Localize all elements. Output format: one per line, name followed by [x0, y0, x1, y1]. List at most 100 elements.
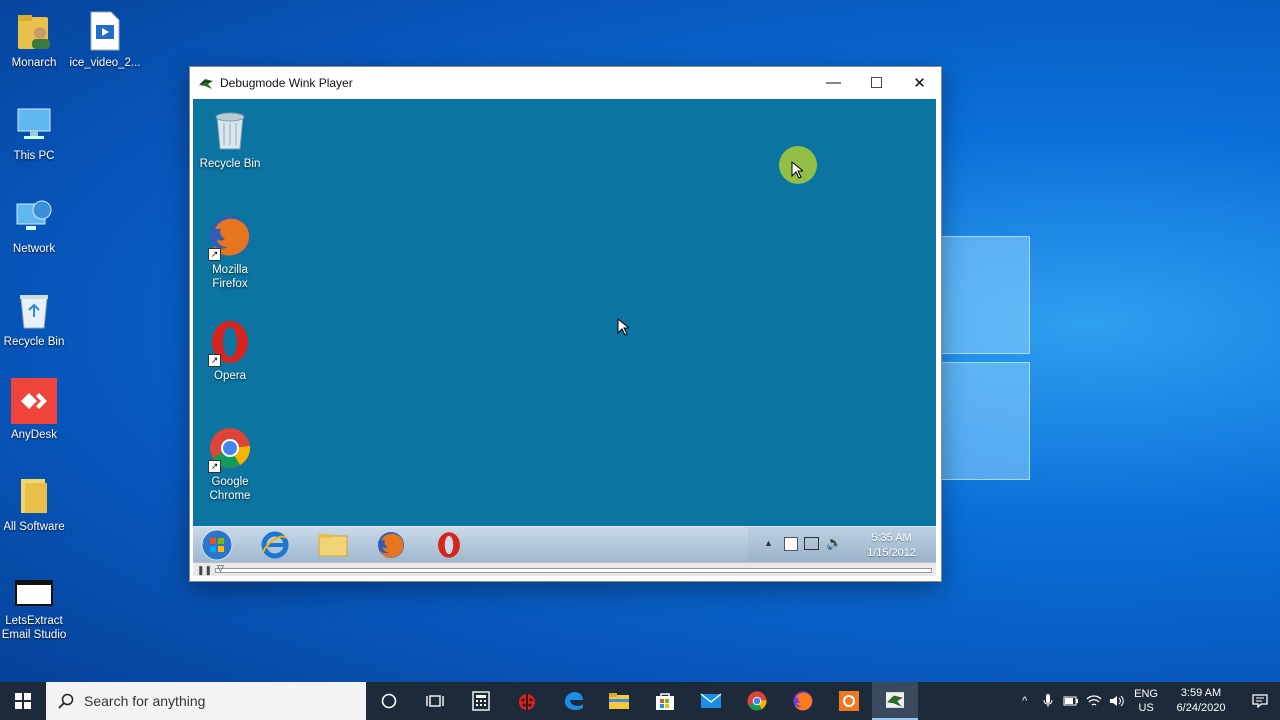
calculator-icon [472, 691, 490, 711]
taskbar-orange-app[interactable] [826, 682, 872, 720]
letsextract-icon [13, 576, 55, 610]
store-icon [656, 693, 674, 710]
inner-ie-icon [257, 529, 293, 561]
language-indicator[interactable]: ENG US [1134, 687, 1158, 715]
desktop-icon-letsextract[interactable]: LetsExtract Email Studio [0, 576, 71, 642]
desktop-icon-anydesk[interactable]: AnyDesk [0, 378, 71, 442]
desktop-icon-recycle-bin[interactable]: Recycle Bin [0, 289, 71, 349]
cortana-icon [381, 693, 397, 709]
inner-icon-recycle-bin: Recycle Bin [193, 107, 267, 171]
maximize-button[interactable]: ☐ [855, 67, 898, 98]
taskbar-edge[interactable] [550, 682, 596, 720]
language-region: US [1138, 702, 1154, 714]
desktop-icon-label: Network [12, 243, 56, 255]
wink-app-icon [199, 78, 213, 89]
windows-logo-wallpaper [930, 236, 1030, 482]
shortcut-arrow-icon: ↗ [208, 248, 221, 261]
recorded-taskbar: ▲ 🔊 5:35 AM 1/15/2012 [193, 526, 936, 563]
chrome-icon [747, 691, 767, 711]
inner-system-tray: ▲ 🔊 5:35 AM 1/15/2012 [748, 527, 936, 563]
taskbar-calculator[interactable] [458, 682, 504, 720]
notification-center-button[interactable] [1240, 694, 1280, 708]
desktop-icon-all-software[interactable]: All Software [0, 474, 71, 534]
inner-clock-date: 1/15/2012 [867, 547, 916, 559]
taskbar-file-explorer[interactable] [596, 682, 642, 720]
system-tray: ^ ENG US 3:59 AM 6/24/2020 [1013, 682, 1280, 720]
desktop-icon-this-pc[interactable]: This PC [0, 103, 71, 163]
volume-icon[interactable] [1105, 695, 1128, 707]
window-title: Debugmode Wink Player [220, 75, 353, 90]
desktop-icon-label: This PC [13, 150, 55, 162]
inner-explorer-icon [315, 529, 351, 561]
playback-slider[interactable] [215, 568, 932, 573]
recycle-bin-icon [13, 289, 55, 331]
cortana-button[interactable] [366, 682, 412, 720]
inner-start-orb [199, 529, 235, 561]
search-box[interactable]: Search for anything [46, 682, 366, 720]
taskbar-firefox[interactable] [780, 682, 826, 720]
notification-icon [1252, 694, 1268, 708]
desktop-icon-label: Recycle Bin [3, 336, 65, 348]
shortcut-arrow-icon: ↗ [208, 354, 221, 367]
inner-icon-label: Recycle Bin [199, 158, 261, 170]
inner-icon-chrome: ↗ Google Chrome [193, 425, 267, 503]
opera-icon: ↗ [207, 319, 253, 367]
desktop-icon-monarch[interactable]: Monarch [0, 10, 71, 70]
desktop-icon-label: ice_video_2... [69, 57, 141, 69]
folder-icon [13, 474, 55, 516]
computer-icon [13, 103, 55, 145]
taskbar-store[interactable] [642, 682, 688, 720]
close-button[interactable]: ✕ [898, 67, 941, 98]
inner-clock-time: 5:35 AM [871, 532, 912, 544]
inner-icon-label: Google Chrome [209, 476, 251, 502]
inner-network-icon [804, 537, 819, 550]
inner-icon-firefox: ↗ Mozilla Firefox [193, 213, 267, 291]
battery-icon[interactable] [1059, 695, 1082, 707]
taskbar-wink-player[interactable] [872, 682, 918, 720]
inner-icon-label: Opera [214, 370, 246, 382]
inner-action-center-icon [784, 537, 798, 551]
wifi-icon[interactable] [1082, 695, 1105, 707]
cursor-icon [791, 161, 803, 179]
desktop-icon-label: AnyDesk [10, 429, 58, 441]
language-code: ENG [1134, 688, 1158, 700]
task-view-icon [426, 695, 444, 707]
taskbar-mail[interactable] [688, 682, 734, 720]
desktop-icon-label: Monarch [11, 57, 57, 69]
shortcut-arrow-icon: ↗ [208, 460, 221, 473]
inner-opera-icon [431, 529, 467, 561]
start-button[interactable] [0, 682, 46, 720]
playhead-icon[interactable]: ▽ [217, 563, 224, 574]
taskbar-clock[interactable]: 3:59 AM 6/24/2020 [1172, 686, 1230, 716]
pause-icon[interactable]: ❚❚ [197, 565, 212, 576]
desktop-icon-network[interactable]: Network [0, 196, 71, 256]
chrome-icon: ↗ [207, 425, 253, 473]
taskbar-bug-app[interactable] [504, 682, 550, 720]
inner-icon-opera: ↗ Opera [193, 319, 267, 383]
folder-user-icon [13, 10, 55, 52]
inner-tray-expand-icon: ▲ [764, 538, 773, 548]
title-bar[interactable]: Debugmode Wink Player — ☐ ✕ [190, 67, 941, 98]
firefox-icon: ↗ [207, 213, 253, 261]
microphone-icon[interactable] [1036, 694, 1059, 708]
folder-icon [609, 693, 629, 709]
network-icon [13, 196, 55, 238]
playback-bar[interactable]: ❚❚ ▽ [193, 562, 936, 576]
taskbar-chrome[interactable] [734, 682, 780, 720]
mail-icon [700, 693, 722, 708]
inner-clock: 5:35 AM 1/15/2012 [867, 531, 916, 561]
desktop-icon-label: LetsExtract Email Studio [1, 615, 67, 641]
tray-expand-icon[interactable]: ^ [1013, 695, 1036, 707]
firefox-icon [793, 691, 813, 711]
task-view-button[interactable] [412, 682, 458, 720]
recorded-desktop-view[interactable]: Recycle Bin ↗ Mozilla Firefox ↗ Opera ↗ … [193, 99, 936, 526]
desktop-icon-video-file[interactable]: ice_video_2... [68, 10, 142, 70]
taskbar: Search for anything ^ ENG US 3:59 AM 6/2… [0, 682, 1280, 720]
edge-icon [565, 692, 583, 710]
clock-date: 6/24/2020 [1176, 702, 1226, 714]
minimize-button[interactable]: — [812, 67, 855, 98]
recycle-bin-icon [207, 107, 253, 153]
clock-time: 3:59 AM [1180, 687, 1222, 699]
desktop-icon-label: All Software [3, 521, 65, 533]
inner-icon-label: Mozilla Firefox [212, 264, 248, 290]
